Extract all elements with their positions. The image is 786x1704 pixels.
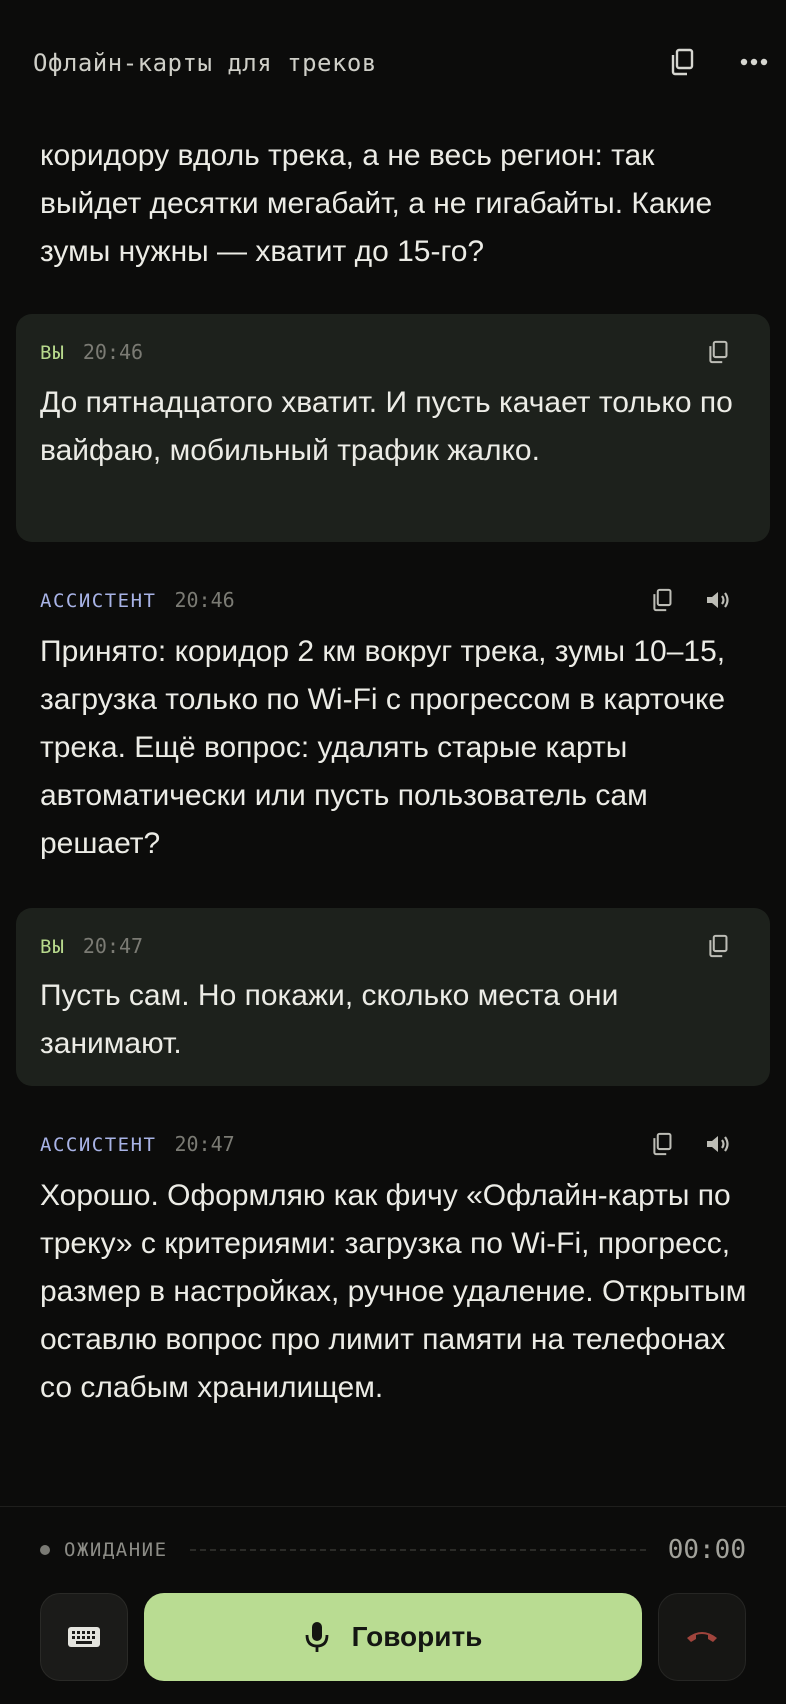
message-time: 20:47 xyxy=(174,1132,235,1156)
copy-icon xyxy=(709,934,728,958)
more-options-button[interactable] xyxy=(736,44,772,80)
role-label: ВЫ xyxy=(40,342,65,364)
speaker-icon xyxy=(707,592,729,608)
read-aloud-button[interactable] xyxy=(700,582,736,618)
microphone-icon xyxy=(305,1622,329,1652)
copy-message-button[interactable] xyxy=(700,334,736,370)
message-time: 20:47 xyxy=(82,934,144,958)
status-dot-icon xyxy=(40,1545,50,1555)
call-status-bar: ОЖИДАНИЕ 00:00 xyxy=(40,1532,746,1568)
assistant-message-text: Принято: коридор 2 км вокруг трека, зумы… xyxy=(40,635,726,860)
speaker-icon xyxy=(707,1136,729,1152)
message-meta: АССИСТЕНТ 20:47 xyxy=(40,1132,235,1156)
role-label: АССИСТЕНТ xyxy=(40,1134,157,1156)
message-time: 20:46 xyxy=(82,340,144,364)
phone-hangup-icon xyxy=(687,1632,717,1642)
role-label: ВЫ xyxy=(40,936,65,958)
conversation-title: Офлайн-карты для треков xyxy=(33,49,377,77)
hang-up-button[interactable] xyxy=(658,1593,746,1681)
message-meta: АССИСТЕНТ 20:46 xyxy=(40,588,235,612)
user-message-text: Пусть сам. Но покажи, сколько места они … xyxy=(40,979,619,1060)
message-time: 20:46 xyxy=(174,588,235,612)
read-aloud-button[interactable] xyxy=(700,1126,736,1162)
message-meta: ВЫ 20:46 xyxy=(40,340,143,364)
role-label: АССИСТЕНТ xyxy=(40,590,157,612)
user-message-text: До пятнадцатого хватит. И пусть качает т… xyxy=(40,386,733,467)
speak-button-label: Говорить xyxy=(351,1621,483,1652)
copy-message-button[interactable] xyxy=(700,928,736,964)
assistant-message-text: Хорошо. Оформляю как фичу «Офлайн-карты … xyxy=(40,1179,747,1404)
call-timer: 00:00 xyxy=(667,1535,746,1565)
bottom-divider xyxy=(0,1506,786,1507)
speak-button[interactable]: Говорить xyxy=(144,1593,642,1681)
copy-icon xyxy=(709,340,728,364)
waveform-placeholder xyxy=(189,1549,646,1551)
copy-message-button[interactable] xyxy=(644,1126,680,1162)
message-meta: ВЫ 20:47 xyxy=(40,934,143,958)
copy-icon xyxy=(653,588,672,612)
copy-icon xyxy=(671,48,694,76)
copy-conversation-button[interactable] xyxy=(664,44,700,80)
status-label: ОЖИДАНИЕ xyxy=(64,1539,168,1561)
keyboard-button[interactable] xyxy=(40,1593,128,1681)
more-horizontal-icon xyxy=(740,58,768,66)
copy-icon xyxy=(653,1132,672,1156)
keyboard-icon xyxy=(68,1627,100,1647)
copy-message-button[interactable] xyxy=(644,582,680,618)
assistant-message-text: коридору вдоль трека, а не весь регион: … xyxy=(40,139,713,268)
top-bar: Офлайн-карты для треков xyxy=(0,0,786,130)
